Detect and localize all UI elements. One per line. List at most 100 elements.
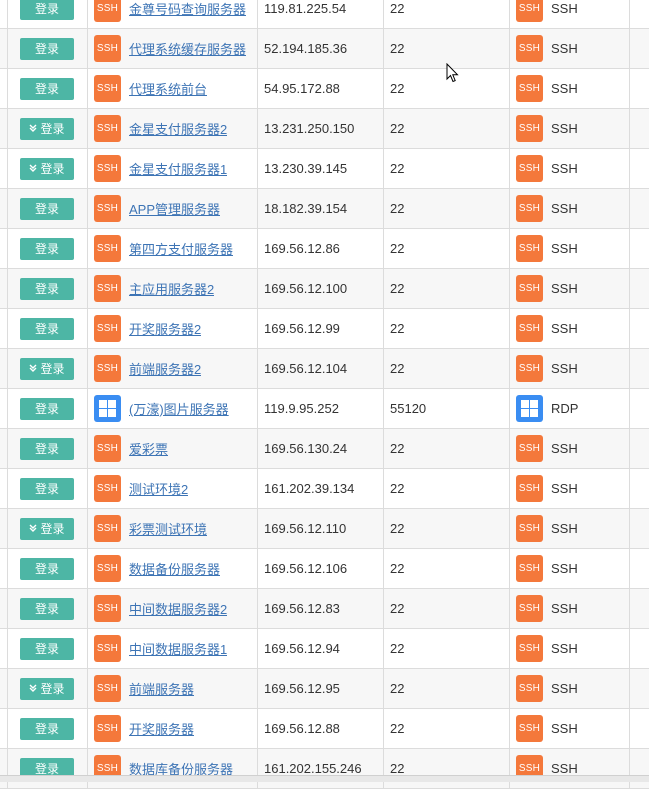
login-button[interactable]: 登录: [20, 278, 74, 300]
login-button[interactable]: 登录: [20, 718, 74, 740]
extra-cell: [630, 389, 649, 429]
login-button[interactable]: 登录: [20, 78, 74, 100]
extra-cell: [630, 109, 649, 149]
server-name-link[interactable]: 代理系统缓存服务器: [129, 39, 246, 58]
action-cell: 登录: [8, 509, 88, 549]
server-name-link[interactable]: 前端服务器2: [129, 359, 201, 378]
ip-address: 13.230.39.145: [264, 161, 347, 176]
server-name-cell: SSH 开奖服务器: [88, 709, 258, 749]
login-button-label: 登录: [35, 440, 59, 457]
login-button[interactable]: 登录: [20, 238, 74, 260]
table-row: 登录 SSH 数据备份服务器 169.56.12.106 22 SSH SSH: [0, 549, 649, 589]
login-button[interactable]: 登录: [20, 638, 74, 660]
login-button[interactable]: 登录: [20, 318, 74, 340]
row-margin-cell: [0, 389, 8, 429]
login-button[interactable]: 登录: [20, 198, 74, 220]
login-button[interactable]: 登录: [20, 478, 74, 500]
action-cell: 登录: [8, 29, 88, 69]
server-name-link[interactable]: APP管理服务器: [129, 199, 220, 218]
server-name-link[interactable]: 金尊号码查询服务器: [129, 0, 246, 18]
server-name-link[interactable]: 金星支付服务器1: [129, 159, 227, 178]
login-button-label: 登录: [35, 240, 59, 257]
ip-cell: 169.56.12.106: [258, 549, 384, 589]
row-margin-cell: [0, 109, 8, 149]
protocol-cell: SSH SSH: [510, 109, 630, 149]
server-name-link[interactable]: 主应用服务器2: [129, 279, 214, 298]
port-cell: 22: [384, 309, 510, 349]
server-table-body: 登录 SSH 金尊号码查询服务器 119.81.225.54 22 SSH SS…: [0, 0, 649, 789]
server-name-link[interactable]: 中间数据服务器2: [129, 599, 227, 618]
protocol-cell: SSH SSH: [510, 749, 630, 789]
port-cell: 22: [384, 709, 510, 749]
server-name-cell: SSH 测试环境2: [88, 469, 258, 509]
login-button[interactable]: 登录: [20, 678, 74, 700]
server-name-link[interactable]: 中间数据服务器1: [129, 639, 227, 658]
windows-icon: [516, 395, 543, 422]
table-row: 登录 SSH 开奖服务器 169.56.12.88 22 SSH SSH: [0, 709, 649, 749]
ssh-icon: SSH: [516, 595, 543, 622]
port-number: 22: [390, 561, 404, 576]
protocol-label: SSH: [551, 481, 578, 496]
login-button[interactable]: 登录: [20, 558, 74, 580]
login-button-label: 登录: [35, 320, 59, 337]
login-button[interactable]: 登录: [20, 38, 74, 60]
port-cell: 22: [384, 629, 510, 669]
ip-address: 169.56.130.24: [264, 441, 347, 456]
login-button[interactable]: 登录: [20, 398, 74, 420]
row-margin-cell: [0, 669, 8, 709]
port-number: 22: [390, 201, 404, 216]
ip-address: 169.56.12.100: [264, 281, 347, 296]
login-button[interactable]: 登录: [20, 598, 74, 620]
port-number: 22: [390, 681, 404, 696]
server-name-link[interactable]: 第四方支付服务器: [129, 239, 233, 258]
server-name-link[interactable]: 爱彩票: [129, 439, 168, 458]
ssh-icon: SSH: [94, 275, 121, 302]
login-button[interactable]: 登录: [20, 438, 74, 460]
ssh-icon: SSH: [516, 155, 543, 182]
port-number: 22: [390, 641, 404, 656]
ssh-icon: SSH: [94, 475, 121, 502]
login-button[interactable]: 登录: [20, 358, 74, 380]
table-row: 登录 SSH 代理系统前台 54.95.172.88 22 SSH SSH: [0, 69, 649, 109]
server-name-link[interactable]: 开奖服务器: [129, 719, 194, 738]
login-button[interactable]: 登录: [20, 518, 74, 540]
table-row: 登录 SSH 前端服务器 169.56.12.95 22 SSH SSH: [0, 669, 649, 709]
server-name-link[interactable]: 测试环境2: [129, 479, 188, 498]
extra-cell: [630, 229, 649, 269]
server-name-cell: SSH 彩票测试环境: [88, 509, 258, 549]
server-name-link[interactable]: 前端服务器: [129, 679, 194, 698]
login-button[interactable]: 登录: [20, 158, 74, 180]
table-row: 登录 (万濠)图片服务器 119.9.95.252 55120 RDP: [0, 389, 649, 429]
port-number: 22: [390, 441, 404, 456]
row-margin-cell: [0, 0, 8, 29]
protocol-label: SSH: [551, 521, 578, 536]
server-name-link[interactable]: (万濠)图片服务器: [129, 399, 229, 418]
action-cell: 登录: [8, 149, 88, 189]
ip-address: 161.202.39.134: [264, 481, 354, 496]
extra-cell: [630, 309, 649, 349]
port-number: 22: [390, 281, 404, 296]
login-button[interactable]: 登录: [20, 118, 74, 140]
port-cell: 22: [384, 0, 510, 29]
ssh-icon: SSH: [516, 235, 543, 262]
ip-cell: 119.9.95.252: [258, 389, 384, 429]
ip-address: 161.202.155.246: [264, 761, 362, 776]
server-name-link[interactable]: 数据备份服务器: [129, 559, 220, 578]
table-row: 登录 SSH 中间数据服务器1 169.56.12.94 22 SSH SSH: [0, 629, 649, 669]
protocol-cell: SSH SSH: [510, 349, 630, 389]
server-name-link[interactable]: 金星支付服务器2: [129, 119, 227, 138]
protocol-cell: RDP: [510, 389, 630, 429]
chevron-down-icon: [29, 524, 37, 532]
port-cell: 22: [384, 229, 510, 269]
action-cell: 登录: [8, 749, 88, 789]
ip-cell: 169.56.130.24: [258, 429, 384, 469]
server-name-link[interactable]: 彩票测试环境: [129, 519, 207, 538]
horizontal-scrollbar[interactable]: [0, 775, 649, 782]
server-name-link[interactable]: 开奖服务器2: [129, 319, 201, 338]
server-name-link[interactable]: 代理系统前台: [129, 79, 207, 98]
ssh-icon: SSH: [516, 315, 543, 342]
login-button-label: 登录: [40, 680, 64, 697]
server-name-cell: SSH 前端服务器: [88, 669, 258, 709]
login-button[interactable]: 登录: [20, 0, 74, 20]
protocol-label: SSH: [551, 161, 578, 176]
